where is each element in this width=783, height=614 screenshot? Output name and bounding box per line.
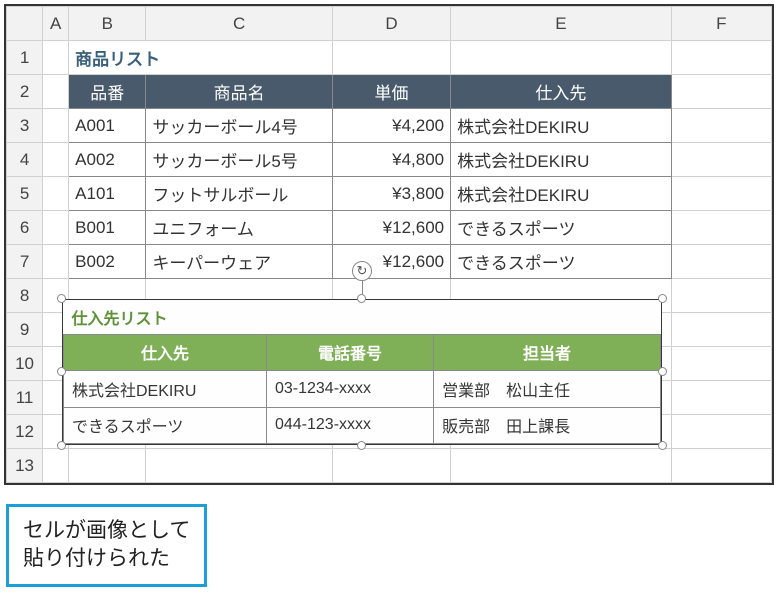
cell[interactable] bbox=[671, 245, 771, 279]
cell[interactable] bbox=[671, 449, 771, 483]
row-header-8[interactable]: 8 bbox=[7, 279, 43, 313]
cell-price[interactable]: ¥4,800 bbox=[332, 143, 450, 177]
col-header-e[interactable]: E bbox=[451, 7, 672, 41]
resize-handle-bm[interactable] bbox=[357, 441, 366, 450]
cell[interactable] bbox=[671, 347, 771, 381]
table1-title[interactable]: 商品リスト bbox=[69, 41, 333, 75]
cell-price[interactable]: ¥3,800 bbox=[332, 177, 450, 211]
rotate-line bbox=[362, 281, 363, 295]
cell[interactable] bbox=[671, 313, 771, 347]
cell-price[interactable]: ¥12,600 bbox=[332, 211, 450, 245]
cell-phone: 03-1234-xxxx bbox=[266, 371, 433, 407]
resize-handle-bl[interactable] bbox=[57, 441, 66, 450]
cell[interactable] bbox=[332, 41, 450, 75]
cell-supplier[interactable]: できるスポーツ bbox=[451, 245, 672, 279]
cell[interactable] bbox=[43, 245, 69, 279]
cell[interactable] bbox=[451, 449, 672, 483]
resize-handle-tl[interactable] bbox=[57, 294, 66, 303]
cell[interactable] bbox=[146, 449, 332, 483]
col-header-f[interactable]: F bbox=[671, 7, 771, 41]
cell[interactable] bbox=[671, 143, 771, 177]
cell-contact: 販売部 田上課長 bbox=[434, 407, 661, 443]
cell[interactable] bbox=[69, 449, 146, 483]
resize-handle-tm[interactable] bbox=[357, 294, 366, 303]
row-header-3[interactable]: 3 bbox=[7, 109, 43, 143]
table2-title: 仕入先リスト bbox=[64, 300, 661, 334]
cell-code[interactable]: A001 bbox=[69, 109, 146, 143]
cell-code[interactable]: B001 bbox=[69, 211, 146, 245]
cell-name[interactable]: サッカーボール5号 bbox=[146, 143, 332, 177]
resize-handle-mr[interactable] bbox=[658, 367, 667, 376]
resize-handle-tr[interactable] bbox=[658, 294, 667, 303]
select-all-corner[interactable] bbox=[7, 7, 43, 41]
pasted-image-content: 仕入先リスト 仕入先 電話番号 担当者 株式会社DEKIRU 03-1234-x… bbox=[62, 299, 662, 445]
cell[interactable] bbox=[43, 211, 69, 245]
table1-header[interactable]: 仕入先 bbox=[451, 75, 672, 109]
cell[interactable] bbox=[43, 75, 69, 109]
cell[interactable] bbox=[43, 143, 69, 177]
cell-name[interactable]: ユニフォーム bbox=[146, 211, 332, 245]
table2-header: 仕入先 bbox=[64, 334, 267, 370]
cell-supplier[interactable]: 株式会社DEKIRU bbox=[451, 109, 672, 143]
cell[interactable] bbox=[451, 41, 672, 75]
cell-price[interactable]: ¥12,600 bbox=[332, 245, 450, 279]
row-header-9[interactable]: 9 bbox=[7, 313, 43, 347]
cell-contact: 営業部 松山主任 bbox=[434, 371, 661, 407]
cell[interactable] bbox=[43, 109, 69, 143]
cell[interactable] bbox=[671, 211, 771, 245]
cell[interactable] bbox=[43, 177, 69, 211]
table2-header: 担当者 bbox=[434, 334, 661, 370]
table1-header[interactable]: 品番 bbox=[69, 75, 146, 109]
col-header-d[interactable]: D bbox=[332, 7, 450, 41]
row-header-13[interactable]: 13 bbox=[7, 449, 43, 483]
cell[interactable] bbox=[671, 279, 771, 313]
cell-supplier: 株式会社DEKIRU bbox=[64, 371, 267, 407]
cell[interactable] bbox=[671, 41, 771, 75]
pasted-image-object[interactable]: ↻ 仕入先リスト 仕入先 電話番号 担当者 株式会社DEKIRU 03-1234… bbox=[62, 299, 662, 445]
table1-header[interactable]: 商品名 bbox=[146, 75, 332, 109]
callout-line1: セルが画像として bbox=[23, 517, 190, 545]
cell[interactable] bbox=[43, 41, 69, 75]
row-header-1[interactable]: 1 bbox=[7, 41, 43, 75]
cell[interactable] bbox=[671, 75, 771, 109]
row-header-7[interactable]: 7 bbox=[7, 245, 43, 279]
cell-supplier: できるスポーツ bbox=[64, 407, 267, 443]
cell[interactable] bbox=[671, 109, 771, 143]
table2-header: 電話番号 bbox=[266, 334, 433, 370]
cell-code[interactable]: A002 bbox=[69, 143, 146, 177]
col-header-b[interactable]: B bbox=[69, 7, 146, 41]
cell-supplier[interactable]: 株式会社DEKIRU bbox=[451, 143, 672, 177]
row-header-10[interactable]: 10 bbox=[7, 347, 43, 381]
cell-name[interactable]: キーパーウェア bbox=[146, 245, 332, 279]
row-header-12[interactable]: 12 bbox=[7, 415, 43, 449]
resize-handle-ml[interactable] bbox=[57, 367, 66, 376]
rotate-handle-icon[interactable]: ↻ bbox=[352, 261, 372, 281]
cell[interactable] bbox=[43, 449, 69, 483]
cell[interactable] bbox=[671, 177, 771, 211]
cell[interactable] bbox=[332, 449, 450, 483]
resize-handle-br[interactable] bbox=[658, 441, 667, 450]
row-header-11[interactable]: 11 bbox=[7, 381, 43, 415]
cell-phone: 044-123-xxxx bbox=[266, 407, 433, 443]
cell-supplier[interactable]: できるスポーツ bbox=[451, 211, 672, 245]
callout-line2: 貼り付けられた bbox=[23, 545, 190, 573]
cell-supplier[interactable]: 株式会社DEKIRU bbox=[451, 177, 672, 211]
cell-code[interactable]: B002 bbox=[69, 245, 146, 279]
row-header-4[interactable]: 4 bbox=[7, 143, 43, 177]
row-header-2[interactable]: 2 bbox=[7, 75, 43, 109]
cell-name[interactable]: フットサルボール bbox=[146, 177, 332, 211]
table1-header[interactable]: 単価 bbox=[332, 75, 450, 109]
col-header-c[interactable]: C bbox=[146, 7, 332, 41]
row-header-5[interactable]: 5 bbox=[7, 177, 43, 211]
row-header-6[interactable]: 6 bbox=[7, 211, 43, 245]
cell[interactable] bbox=[671, 381, 771, 415]
cell-code[interactable]: A101 bbox=[69, 177, 146, 211]
cell[interactable] bbox=[671, 415, 771, 449]
cell-name[interactable]: サッカーボール4号 bbox=[146, 109, 332, 143]
cell-price[interactable]: ¥4,200 bbox=[332, 109, 450, 143]
annotation-callout: セルが画像として 貼り付けられた bbox=[6, 504, 207, 587]
col-header-a[interactable]: A bbox=[43, 7, 69, 41]
